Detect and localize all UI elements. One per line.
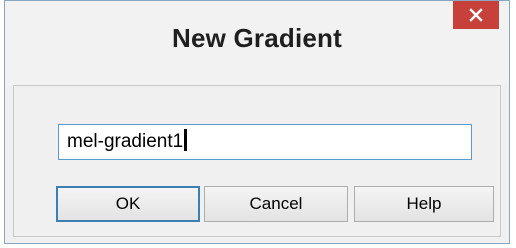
dialog-titlebar[interactable]: New Gradient: [5, 1, 509, 85]
cancel-button[interactable]: Cancel: [204, 186, 348, 222]
text-caret: [184, 129, 188, 151]
close-button[interactable]: [453, 1, 499, 29]
close-icon: [469, 8, 483, 22]
ok-button[interactable]: OK: [56, 186, 200, 222]
dialog-body: mel-gradient1 OK Cancel Help: [13, 85, 501, 237]
new-gradient-dialog: New Gradient mel-gradient1 OK Cancel Hel…: [4, 0, 510, 244]
dialog-title: New Gradient: [172, 23, 342, 53]
gradient-name-input[interactable]: mel-gradient1: [58, 124, 472, 160]
gradient-name-value: mel-gradient1: [67, 131, 184, 152]
help-button[interactable]: Help: [354, 186, 494, 222]
